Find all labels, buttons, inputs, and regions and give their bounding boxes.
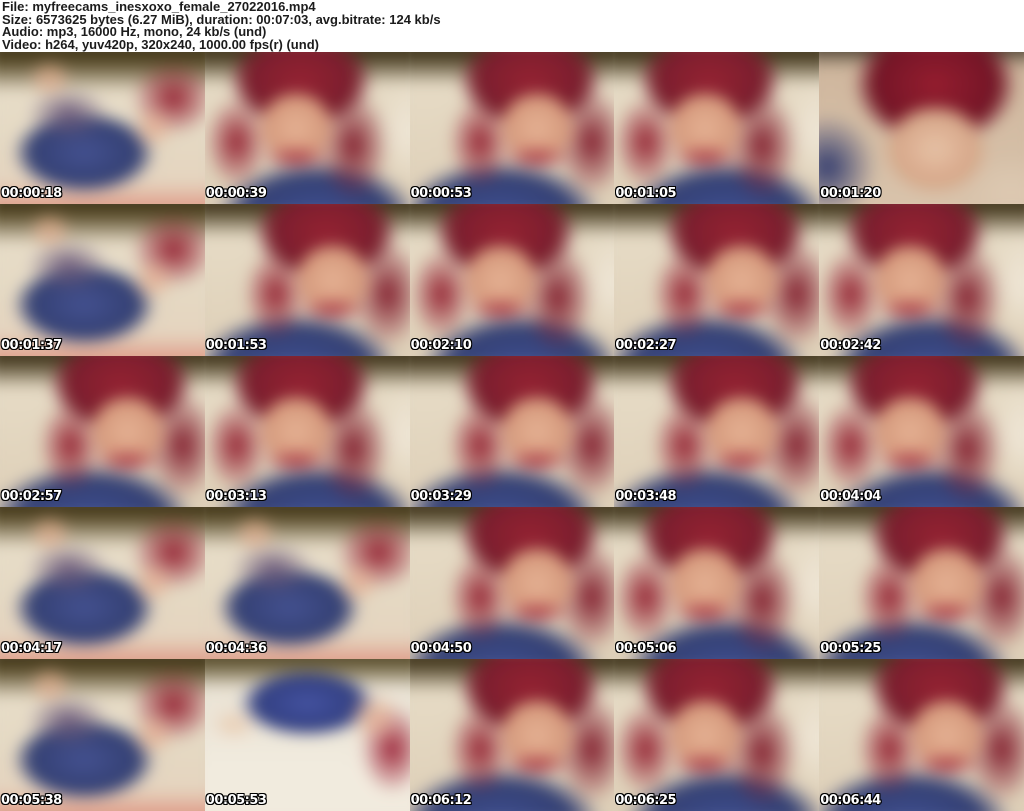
timestamp-label: 00:03:13: [205, 489, 267, 505]
video-thumbnail[interactable]: 00:02:57: [0, 355, 205, 508]
timestamp-label: 00:02:57: [1, 489, 62, 505]
video-thumbnail[interactable]: 00:04:17: [0, 507, 205, 660]
frame-image: [409, 203, 615, 356]
frame-image: [204, 659, 410, 811]
video-thumbnail[interactable]: 00:05:25: [819, 507, 1024, 660]
video-thumbnail[interactable]: 00:04:04: [819, 355, 1024, 508]
frame-image: [204, 52, 410, 204]
frame-image: [819, 659, 1024, 811]
video-thumbnail[interactable]: 00:04:36: [204, 507, 410, 660]
video-contact-sheet: File: myfreecams_inesxoxo_female_2702201…: [0, 0, 1024, 811]
video-thumbnail[interactable]: 00:01:05: [614, 52, 820, 204]
frame-image: [0, 203, 205, 356]
video-thumbnail[interactable]: 00:01:53: [204, 203, 410, 356]
video-thumbnail[interactable]: 00:03:29: [409, 355, 615, 508]
frame-image: [0, 507, 205, 660]
frame-image: [0, 52, 205, 204]
frame-image: [614, 507, 820, 660]
timestamp-label: 00:01:20: [820, 185, 881, 201]
frame-image: [409, 507, 615, 660]
video-thumbnail[interactable]: 00:05:53: [204, 659, 410, 811]
timestamp-label: 00:04:36: [205, 641, 267, 657]
frame-image: [819, 203, 1024, 356]
timestamp-label: 00:04:04: [820, 489, 881, 505]
timestamp-label: 00:05:38: [1, 793, 62, 808]
video-thumbnail[interactable]: 00:03:48: [614, 355, 820, 508]
frame-image: [819, 52, 1024, 204]
video-info-line: Video: h264, yuv420p, 320x240, 1000.00 f…: [2, 37, 319, 52]
timestamp-label: 00:04:17: [1, 641, 62, 657]
timestamp-label: 00:00:39: [205, 185, 267, 201]
video-thumbnail[interactable]: 00:06:44: [819, 659, 1024, 811]
timestamp-label: 00:03:29: [410, 489, 472, 505]
timestamp-label: 00:01:53: [205, 337, 267, 353]
timestamp-label: 00:01:37: [1, 337, 62, 353]
frame-image: [204, 203, 410, 356]
video-thumbnail[interactable]: 00:02:27: [614, 203, 820, 356]
timestamp-label: 00:05:06: [615, 641, 677, 657]
video-thumbnail[interactable]: 00:00:18: [0, 52, 205, 204]
timestamp-label: 00:02:10: [410, 337, 472, 353]
video-thumbnail[interactable]: 00:03:13: [204, 355, 410, 508]
video-thumbnail[interactable]: 00:00:39: [204, 52, 410, 204]
frame-image: [204, 507, 410, 660]
video-thumbnail[interactable]: 00:06:25: [614, 659, 820, 811]
video-thumbnail[interactable]: 00:00:53: [409, 52, 615, 204]
frame-image: [614, 659, 820, 811]
timestamp-label: 00:02:42: [820, 337, 881, 353]
thumbnail-grid: 00:00:18 00:00:39 00:00:53 00:01:05 00:0…: [0, 52, 1024, 811]
frame-image: [0, 355, 205, 508]
video-thumbnail[interactable]: 00:05:06: [614, 507, 820, 660]
frame-image: [614, 355, 820, 508]
frame-image: [614, 203, 820, 356]
frame-image: [819, 507, 1024, 660]
video-thumbnail[interactable]: 00:04:50: [409, 507, 615, 660]
video-thumbnail[interactable]: 00:02:10: [409, 203, 615, 356]
video-thumbnail[interactable]: 00:02:42: [819, 203, 1024, 356]
timestamp-label: 00:02:27: [615, 337, 677, 353]
timestamp-label: 00:05:53: [205, 793, 267, 808]
video-thumbnail[interactable]: 00:01:20: [819, 52, 1024, 204]
video-thumbnail[interactable]: 00:06:12: [409, 659, 615, 811]
timestamp-label: 00:06:25: [615, 793, 677, 808]
frame-image: [0, 659, 205, 811]
timestamp-label: 00:04:50: [410, 641, 472, 657]
frame-image: [409, 355, 615, 508]
timestamp-label: 00:06:12: [410, 793, 472, 808]
frame-image: [204, 355, 410, 508]
timestamp-label: 00:00:18: [1, 185, 62, 201]
frame-image: [409, 52, 615, 204]
frame-image: [409, 659, 615, 811]
timestamp-label: 00:01:05: [615, 185, 677, 201]
frame-image: [819, 355, 1024, 508]
timestamp-label: 00:06:44: [820, 793, 881, 808]
frame-image: [614, 52, 820, 204]
timestamp-label: 00:05:25: [820, 641, 881, 657]
video-thumbnail[interactable]: 00:05:38: [0, 659, 205, 811]
media-info-header: File: myfreecams_inesxoxo_female_2702201…: [0, 0, 1024, 52]
timestamp-label: 00:00:53: [410, 185, 472, 201]
video-thumbnail[interactable]: 00:01:37: [0, 203, 205, 356]
timestamp-label: 00:03:48: [615, 489, 677, 505]
